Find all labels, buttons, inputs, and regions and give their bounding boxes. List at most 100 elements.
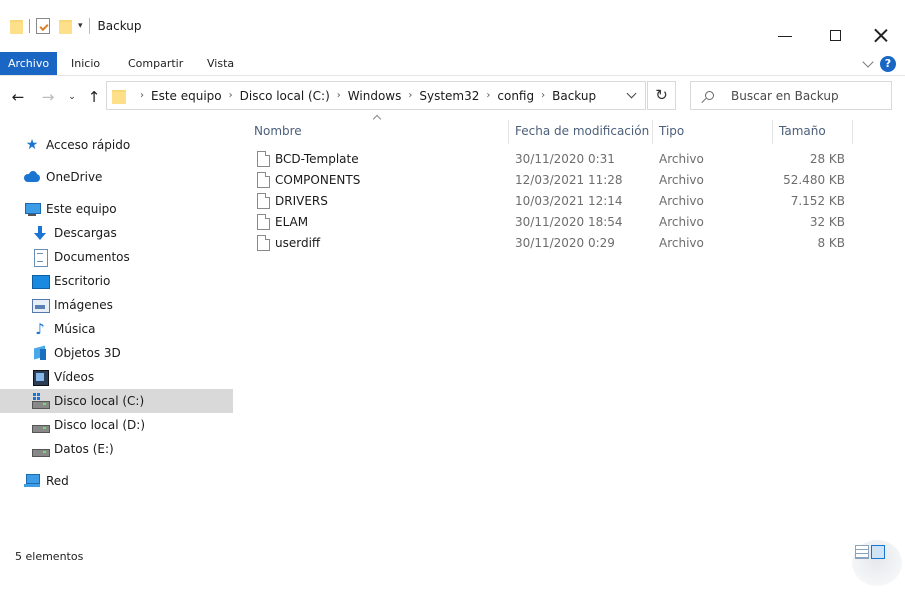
tab-archivo[interactable]: Archivo [0, 52, 57, 75]
sidebar-item-network[interactable]: Red [0, 469, 233, 493]
chevron-right-icon: › [140, 90, 144, 101]
file-size: 28 KB [809, 152, 845, 166]
column-divider[interactable] [652, 120, 653, 144]
sidebar-item-label: Documentos [54, 250, 130, 264]
breadcrumb-item[interactable]: System32 [419, 89, 479, 103]
details-view-icon[interactable] [855, 545, 869, 559]
column-divider[interactable] [772, 120, 773, 144]
close-button[interactable] [873, 28, 888, 43]
new-folder-icon[interactable] [59, 18, 72, 34]
ribbon-tabs: Archivo Inicio Compartir Vista ? [0, 52, 905, 76]
sidebar-item-videos[interactable]: Vídeos [0, 365, 233, 389]
column-header-date[interactable]: Fecha de modificación [515, 120, 649, 142]
sidebar-item-label: Disco local (C:) [54, 394, 145, 408]
sidebar-item-this-pc[interactable]: Este equipo [0, 197, 233, 221]
sidebar-item-music[interactable]: ♪ Música [0, 317, 233, 341]
sidebar-item-label: Acceso rápido [46, 138, 131, 152]
cloud-icon [24, 169, 40, 185]
maximize-button[interactable] [830, 30, 841, 41]
drive-icon [32, 441, 50, 457]
recent-locations-icon[interactable]: ⌄ [64, 92, 80, 102]
file-name: BCD-Template [275, 152, 359, 166]
chevron-right-icon[interactable]: › [541, 90, 545, 101]
column-header-name[interactable]: Nombre [254, 120, 302, 142]
up-arrow-icon[interactable]: ↑ [86, 88, 102, 106]
chevron-right-icon[interactable]: › [486, 90, 490, 101]
sidebar-item-label: Datos (E:) [54, 442, 114, 456]
sidebar-item-downloads[interactable]: Descargas [0, 221, 233, 245]
tab-inicio[interactable]: Inicio [71, 52, 100, 75]
breadcrumb-item[interactable]: config [497, 89, 534, 103]
file-row[interactable]: userdiff 30/11/2020 0:29 Archivo 8 KB [246, 233, 856, 254]
sidebar-item-quick-access[interactable]: ★ Acceso rápido [0, 133, 233, 157]
sidebar-item-label: Vídeos [54, 370, 95, 384]
file-row[interactable]: BCD-Template 30/11/2020 0:31 Archivo 28 … [246, 149, 856, 170]
file-type: Archivo [659, 152, 704, 166]
breadcrumb: › Este equipo › Disco local (C:) › Windo… [133, 82, 596, 109]
sidebar-item-desktop[interactable]: Escritorio [0, 269, 233, 293]
pictures-icon [32, 297, 50, 313]
title-divider [88, 18, 90, 34]
breadcrumb-item[interactable]: Windows [348, 89, 402, 103]
sidebar-item-label: OneDrive [46, 170, 103, 184]
file-row[interactable]: DRIVERS 10/03/2021 12:14 Archivo 7.152 K… [246, 191, 856, 212]
file-date: 30/11/2020 0:31 [515, 152, 615, 166]
tab-compartir[interactable]: Compartir [128, 52, 183, 75]
forward-arrow-icon[interactable]: → [40, 88, 56, 106]
computer-icon [24, 201, 41, 217]
file-icon [257, 214, 270, 230]
chevron-right-icon[interactable]: › [229, 90, 233, 101]
sidebar-item-label: Descargas [54, 226, 117, 240]
search-box[interactable] [690, 81, 892, 110]
column-header-size[interactable]: Tamaño [779, 120, 826, 142]
sidebar-item-pictures[interactable]: Imágenes [0, 293, 233, 317]
sidebar-item-local-disk-c[interactable]: Disco local (C:) [0, 389, 233, 413]
column-header-type[interactable]: Tipo [659, 120, 684, 142]
sidebar-item-data-e[interactable]: Datos (E:) [0, 437, 233, 461]
file-date: 10/03/2021 12:14 [515, 194, 623, 208]
refresh-button[interactable]: ↻ [647, 81, 676, 110]
back-arrow-icon[interactable]: ← [10, 88, 26, 106]
properties-icon[interactable] [36, 18, 50, 34]
title-bar: ▾ Backup [0, 0, 905, 52]
videos-icon [32, 369, 49, 386]
sidebar-item-3d-objects[interactable]: Objetos 3D [0, 341, 233, 365]
file-size: 7.152 KB [790, 194, 845, 208]
sidebar-item-onedrive[interactable]: OneDrive [0, 165, 233, 189]
breadcrumb-item[interactable]: Backup [552, 89, 596, 103]
file-name: userdiff [275, 236, 321, 250]
search-input[interactable] [731, 87, 881, 105]
file-date: 12/03/2021 11:28 [515, 173, 623, 187]
tab-vista[interactable]: Vista [207, 52, 234, 75]
sidebar-item-documents[interactable]: Documentos [0, 245, 233, 269]
address-dropdown-icon[interactable] [626, 88, 637, 99]
file-size: 8 KB [817, 236, 845, 250]
file-type: Archivo [659, 194, 704, 208]
help-icon[interactable]: ? [880, 56, 896, 72]
sidebar-item-local-disk-d[interactable]: Disco local (D:) [0, 413, 233, 437]
file-row[interactable]: ELAM 30/11/2020 18:54 Archivo 32 KB [246, 212, 856, 233]
documents-icon [32, 249, 48, 267]
breadcrumb-item[interactable]: Este equipo [151, 89, 222, 103]
folder-icon [10, 18, 23, 34]
column-divider[interactable] [852, 120, 853, 144]
sidebar-item-label: Imágenes [54, 298, 113, 312]
file-name: COMPONENTS [275, 173, 361, 187]
sidebar-item-label: Este equipo [46, 202, 117, 216]
chevron-right-icon[interactable]: › [408, 90, 412, 101]
large-icons-view-icon[interactable] [871, 545, 885, 559]
file-size: 52.480 KB [783, 173, 845, 187]
address-bar[interactable]: › Este equipo › Disco local (C:) › Windo… [106, 81, 646, 110]
column-divider[interactable] [508, 120, 509, 144]
objects-3d-icon [32, 345, 48, 361]
sidebar-item-label: Música [54, 322, 96, 336]
minimize-button[interactable] [778, 36, 792, 37]
sidebar-item-label: Red [46, 474, 69, 488]
system-drive-icon [32, 393, 50, 409]
customize-toolbar-icon[interactable]: ▾ [78, 21, 83, 31]
file-row[interactable]: COMPONENTS 12/03/2021 11:28 Archivo 52.4… [246, 170, 856, 191]
file-icon [257, 172, 270, 188]
expand-ribbon-icon[interactable] [862, 56, 874, 68]
chevron-right-icon[interactable]: › [337, 90, 341, 101]
breadcrumb-item[interactable]: Disco local (C:) [240, 89, 330, 103]
